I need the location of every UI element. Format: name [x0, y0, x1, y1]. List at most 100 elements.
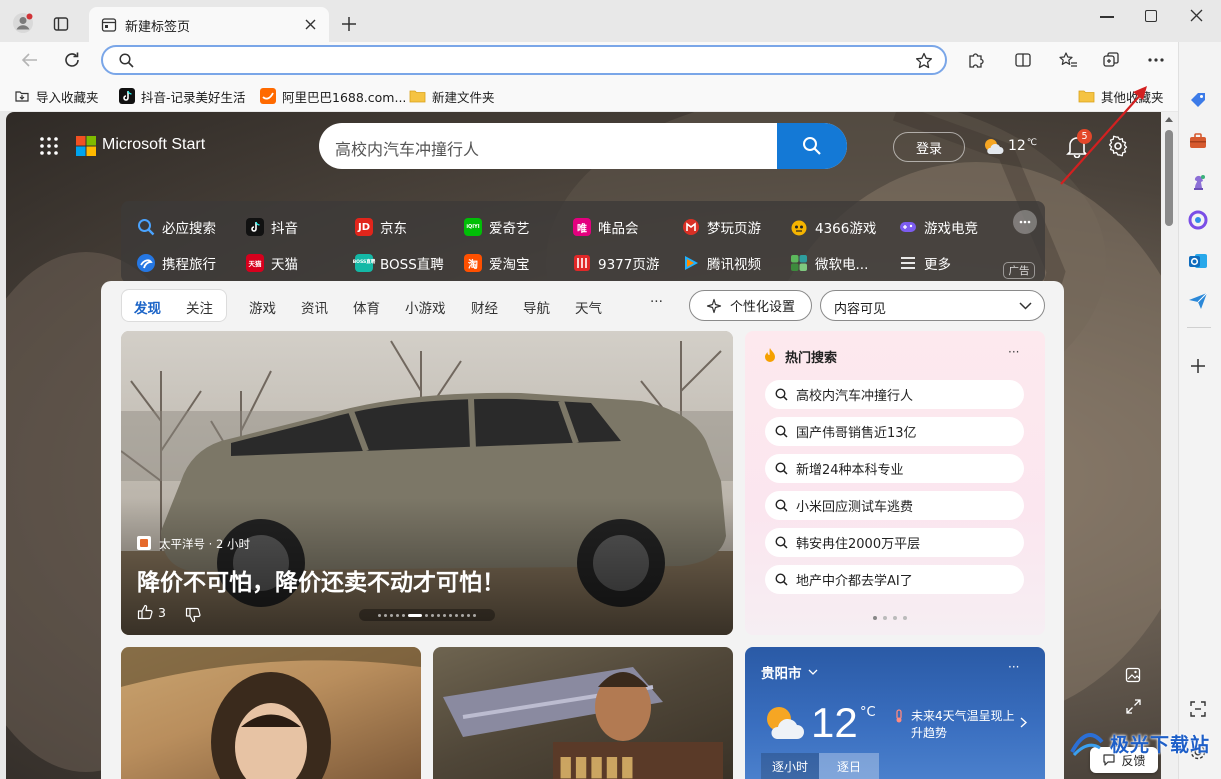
web-search-box[interactable]: 高校内汽车冲撞行人 [319, 123, 847, 169]
refresh-button[interactable] [58, 46, 86, 74]
quick-link-boss[interactable]: BOSS直聘 BOSS直聘 [353, 253, 444, 273]
quick-link-mengwan[interactable]: 梦玩页游 [682, 217, 761, 237]
carousel-dot[interactable] [408, 613, 422, 617]
tab-more-button[interactable]: ··· [650, 294, 663, 310]
sidebar-drop-button[interactable] [1186, 289, 1210, 313]
tab-hourly[interactable]: 逐小时 [761, 753, 819, 779]
carousel-dot[interactable] [431, 613, 434, 617]
search-button[interactable] [777, 123, 847, 169]
carousel-dot[interactable] [443, 613, 446, 617]
tab-mini-games[interactable]: 小游戏 [405, 297, 446, 317]
chevron-right-icon[interactable] [1020, 717, 1027, 728]
hot-search-item[interactable]: 国产伟哥销售近13亿 [765, 417, 1024, 446]
tab-sports[interactable]: 体育 [353, 297, 380, 317]
carousel-dot[interactable] [378, 613, 381, 617]
quick-link-more[interactable]: 更多 [899, 253, 951, 273]
quick-link-vip[interactable]: 唯唯品会 [573, 217, 639, 237]
carousel-indicator[interactable] [359, 609, 495, 621]
pager-dot[interactable] [893, 616, 897, 620]
carousel-dot[interactable] [467, 613, 470, 617]
login-button[interactable]: 登录 [893, 132, 965, 162]
quick-link-4366[interactable]: 4366游戏 [790, 217, 876, 237]
collections-button[interactable] [1097, 46, 1125, 74]
brand-name[interactable]: Microsoft Start [102, 136, 205, 154]
sidebar-games-button[interactable] [1186, 170, 1210, 194]
hot-search-item[interactable]: 小米回应测试车逃费 [765, 491, 1024, 520]
carousel-dot[interactable] [461, 613, 464, 617]
maximize-button[interactable] [1145, 10, 1157, 22]
carousel-dot[interactable] [396, 613, 399, 617]
settings-and-more-button[interactable] [1142, 46, 1170, 74]
carousel-dot[interactable] [473, 613, 476, 617]
tab-daily[interactable]: 逐日 [819, 753, 879, 779]
article-card-portrait[interactable] [121, 647, 421, 779]
back-button[interactable] [16, 46, 44, 74]
scroll-up-icon[interactable] [1164, 116, 1174, 123]
sidebar-add-button[interactable] [1186, 354, 1210, 378]
quick-link-aitaobao[interactable]: 淘爱淘宝 [464, 253, 530, 273]
like-button[interactable]: 3 [137, 604, 166, 620]
tab-weather[interactable]: 天气 [575, 297, 602, 317]
favorites-button[interactable] [1054, 46, 1082, 74]
quick-link-9377[interactable]: 9377页游 [573, 253, 659, 273]
quick-links-more-button[interactable] [1013, 210, 1037, 234]
article-card-game[interactable]: ▮▮▮▮▮ [433, 647, 733, 779]
bookmark-new-folder[interactable]: 新建文件夹 [409, 87, 495, 105]
sidebar-screenshot-button[interactable] [1186, 697, 1210, 721]
quick-link-bing[interactable]: 必应搜索 [137, 217, 216, 237]
quick-link-ctrip[interactable]: 携程旅行 [137, 253, 216, 273]
minimize-button[interactable] [1100, 16, 1114, 18]
tab-discover[interactable]: 发现 [134, 297, 161, 317]
scrollbar-thumb[interactable] [1165, 130, 1173, 226]
bookmark-1688[interactable]: 阿里巴巴1688.com... [260, 87, 406, 105]
sidebar-office-button[interactable] [1186, 208, 1210, 232]
tab-news[interactable]: 资讯 [301, 297, 328, 317]
quick-link-jd[interactable]: JD 京东 [355, 217, 407, 237]
quick-link-esports[interactable]: 游戏电竞 [899, 217, 978, 237]
close-window-button[interactable] [1190, 9, 1203, 22]
pager-dot[interactable] [903, 616, 907, 620]
tab-actions-icon[interactable] [53, 16, 69, 32]
split-screen-button[interactable] [1009, 46, 1037, 74]
dislike-button[interactable] [185, 607, 201, 623]
carousel-dot[interactable] [384, 613, 387, 617]
article-title[interactable]: 降价不可怕，降价还卖不动才可怕！ [137, 563, 505, 597]
carousel-dot[interactable] [425, 613, 428, 617]
hot-search-pager[interactable] [873, 616, 907, 620]
pager-dot[interactable] [873, 616, 877, 620]
new-tab-button[interactable] [341, 16, 357, 32]
bookmark-import[interactable]: 导入收藏夹 [14, 87, 99, 105]
hot-search-item[interactable]: 新增24种本科专业 [765, 454, 1024, 483]
carousel-dot[interactable] [449, 613, 452, 617]
hot-search-item[interactable]: 韩安冉住2000万平层 [765, 528, 1024, 557]
wallpaper-info-button[interactable] [1125, 667, 1141, 683]
quick-link-tencent-video[interactable]: 腾讯视频 [682, 253, 761, 273]
expand-button[interactable] [1126, 699, 1141, 714]
sidebar-shopping-button[interactable] [1186, 88, 1210, 112]
profile-icon[interactable] [12, 12, 34, 34]
weather-alert[interactable]: 未来4天气温呈现上升趋势 [911, 708, 1019, 742]
pager-dot[interactable] [883, 616, 887, 620]
tab-games[interactable]: 游戏 [249, 297, 276, 317]
carousel-dot[interactable] [455, 613, 458, 617]
carousel-dot[interactable] [437, 613, 440, 617]
quick-link-douyin[interactable]: 抖音 [246, 217, 298, 237]
bookmark-douyin[interactable]: 抖音-记录美好生活 [119, 87, 246, 105]
tab-finance[interactable]: 财经 [471, 297, 498, 317]
weather-more-button[interactable]: ··· [1008, 660, 1019, 674]
weather-location[interactable]: 贵阳市 [761, 662, 818, 682]
hot-search-more-button[interactable]: ··· [1008, 345, 1019, 359]
favorite-star-icon[interactable] [915, 52, 933, 70]
carousel-dot[interactable] [390, 613, 393, 617]
weather-button[interactable]: 12 ℃ [982, 133, 1044, 159]
sidebar-tools-button[interactable] [1186, 129, 1210, 153]
tab-follow[interactable]: 关注 [186, 297, 213, 317]
tab-navigation[interactable]: 导航 [523, 297, 550, 317]
close-tab-icon[interactable] [305, 19, 316, 30]
carousel-dot[interactable] [402, 613, 405, 617]
personalize-button[interactable]: 个性化设置 [689, 290, 812, 321]
tab-new-tab[interactable]: 新建标签页 [89, 7, 329, 42]
weather-card[interactable]: 贵阳市 ··· 12 °C 未来4天气温呈现上升趋势 逐小时 逐日 [745, 647, 1045, 779]
address-bar[interactable] [101, 45, 947, 75]
hot-search-item[interactable]: 高校内汽车冲撞行人 [765, 380, 1024, 409]
